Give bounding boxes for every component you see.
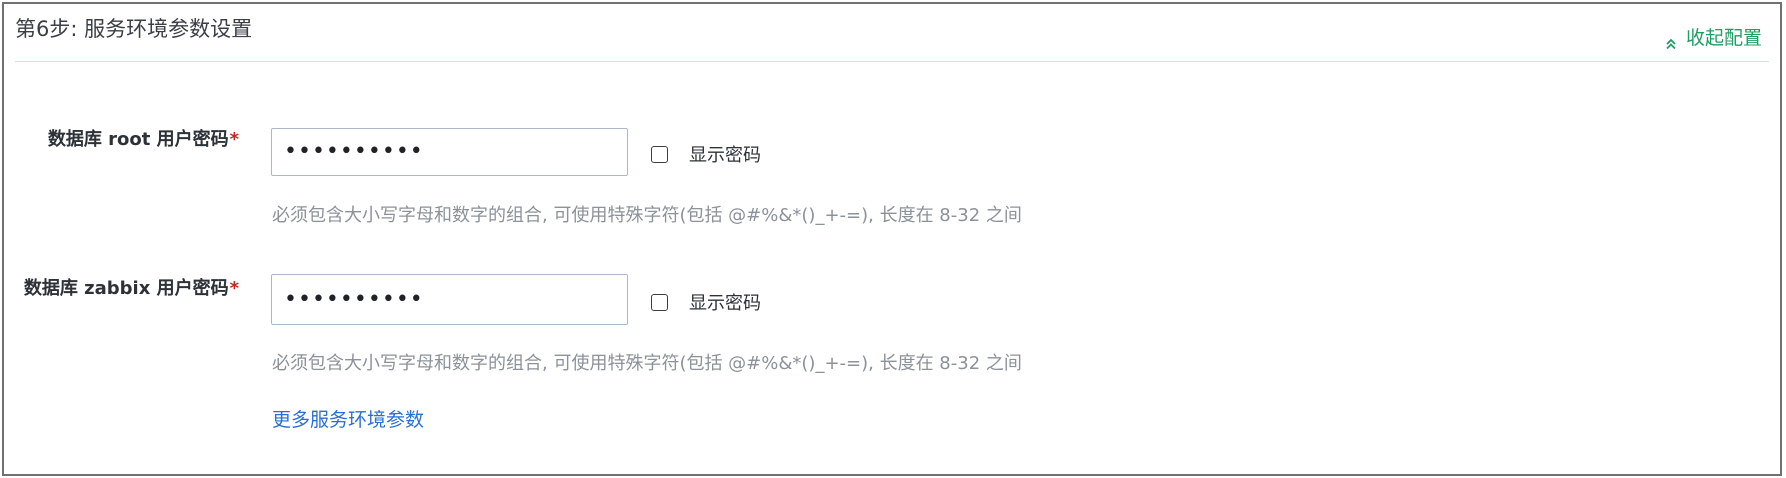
root-password-input[interactable]: ••••••••••: [271, 128, 628, 176]
root-show-password-label: 显示密码: [689, 145, 761, 166]
zabbix-password-hint: 必须包含大小写字母和数字的组合, 可使用特殊字符(包括 @#%&*()_+-=)…: [272, 353, 1022, 374]
section-title: 第6步: 服务环境参数设置: [15, 17, 253, 41]
zabbix-password-label-text: 数据库 zabbix 用户密码: [23, 278, 229, 299]
more-service-params-link[interactable]: 更多服务环境参数: [272, 406, 424, 434]
zabbix-show-password-checkbox[interactable]: [651, 293, 668, 311]
collapse-config-button[interactable]: 收起配置: [1664, 24, 1762, 52]
root-password-label: 数据库 root 用户密码*: [4, 127, 239, 153]
service-env-settings-panel: 第6步: 服务环境参数设置 收起配置 数据库 root 用户密码* ••••••…: [2, 2, 1782, 476]
double-chevron-up-icon: [1664, 31, 1678, 50]
required-mark: *: [229, 129, 239, 150]
zabbix-password-input[interactable]: ••••••••••: [271, 274, 628, 325]
zabbix-show-password-label: 显示密码: [689, 293, 761, 314]
root-password-label-text: 数据库 root 用户密码: [47, 129, 229, 150]
header-divider: [15, 61, 1769, 62]
root-show-password-checkbox[interactable]: [651, 145, 668, 163]
required-mark: *: [229, 278, 239, 299]
zabbix-show-password-toggle[interactable]: 显示密码: [651, 289, 761, 315]
root-password-hint: 必须包含大小写字母和数字的组合, 可使用特殊字符(包括 @#%&*()_+-=)…: [272, 205, 1022, 226]
collapse-config-label: 收起配置: [1685, 27, 1762, 49]
zabbix-password-label: 数据库 zabbix 用户密码*: [4, 276, 239, 302]
root-show-password-toggle[interactable]: 显示密码: [651, 141, 761, 167]
